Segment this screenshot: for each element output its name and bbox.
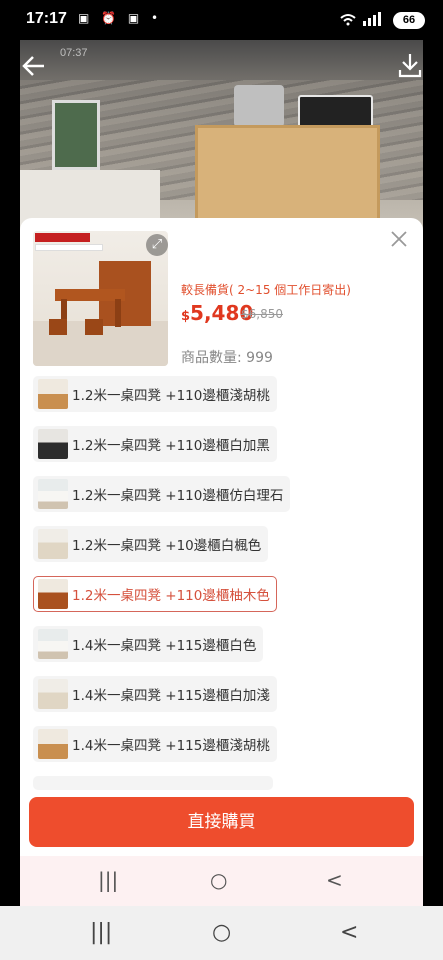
original-price: $6,850 [241,307,283,321]
screen-margin-left [0,40,20,906]
variant-selection-sheet: ⤢ 較長備貨( 2~15 個工作日寄出) $5,480 $6,850 商品數量:… [20,218,423,906]
variant-option[interactable]: 1.2米一桌四凳 +110邊櫃淺胡桃 [33,376,277,412]
close-icon[interactable] [387,230,411,254]
download-icon[interactable] [398,52,422,83]
home-icon[interactable]: ○ [210,868,227,892]
variant-label: 1.2米一桌四凳 +110邊櫃白加黑 [72,438,270,454]
variant-label: 1.2米一桌四凳 +110邊櫃淺胡桃 [72,388,270,404]
variant-label: 1.2米一桌四凳 +10邊櫃白楓色 [72,538,262,554]
battery-icon: 66 [393,12,425,29]
variant-thumbnail [38,629,68,659]
recent-apps-icon[interactable]: ||| [98,868,118,892]
variant-option-selected[interactable]: 1.2米一桌四凳 +110邊櫃柚木色 [33,576,277,612]
variant-label: 1.4米一桌四凳 +115邊櫃白加淺 [72,688,270,704]
status-time: 17:17 [26,10,67,27]
variant-thumbnail [38,429,68,459]
signal-icons [339,12,381,29]
thumb-table-leg [115,299,121,327]
screen-margin-right [423,40,443,906]
variant-option[interactable]: 1.2米一桌四凳 +110邊櫃白加黑 [33,426,277,462]
variant-thumbnail [38,379,68,409]
variant-label: 1.2米一桌四凳 +110邊櫃柚木色 [72,588,270,604]
wifi-signal-icon [340,12,381,26]
thumb-stool [49,319,67,335]
shelf-image [195,125,380,230]
product-background-photo: 07:37 [20,40,423,230]
product-thumbnail[interactable]: ⤢ [33,231,168,366]
back-icon[interactable]: < [326,868,343,892]
inner-screenshot-time: 07:37 [60,47,88,59]
system-navigation-bar: ||| ○ < [0,906,443,960]
variant-thumbnail [38,579,68,609]
toaster-image [234,85,284,127]
variant-thumbnail [38,479,68,509]
thumb-tag-banner [35,233,90,242]
variant-label: 1.2米一桌四凳 +110邊櫃仿白理石 [72,488,284,504]
variant-option[interactable]: 1.4米一桌四凳 +115邊櫃淺胡桃 [33,726,277,762]
notification-icons: ▣ ⏰ ▣ • [78,11,163,25]
variant-label: 1.4米一桌四凳 +115邊櫃白色 [72,638,257,654]
price-currency: $ [181,309,191,324]
inner-navigation-bar: ||| ○ < [20,856,423,906]
variant-thumbnail [38,679,68,709]
status-bar: 17:17 ▣ ⏰ ▣ • 66 [0,0,443,40]
variant-option[interactable]: 1.4米一桌四凳 +115邊櫃白加淺 [33,676,277,712]
back-icon[interactable]: < [340,920,358,945]
home-icon[interactable]: ○ [212,920,231,945]
variant-thumbnail [38,729,68,759]
quantity-label: 商品數量: 999 [181,350,273,366]
buy-now-button[interactable]: 直接購買 [29,797,414,847]
variant-option[interactable]: 1.2米一桌四凳 +10邊櫃白楓色 [33,526,269,562]
kitchen-window [52,100,100,170]
variant-option[interactable]: 1.2米一桌四凳 +110邊櫃仿白理石 [33,476,291,512]
back-arrow-icon[interactable] [20,52,48,85]
stock-note: 較長備貨( 2~15 個工作日寄出) [181,283,351,297]
variant-option-partial[interactable] [33,776,273,790]
variant-option[interactable]: 1.4米一桌四凳 +115邊櫃白色 [33,626,264,662]
thumb-tag-subtitle [35,244,103,251]
thumb-stool [85,319,103,335]
variant-thumbnail [38,529,68,559]
expand-icon[interactable]: ⤢ [146,234,168,256]
recent-apps-icon[interactable]: ||| [90,920,112,945]
variant-label: 1.4米一桌四凳 +115邊櫃淺胡桃 [72,738,270,754]
